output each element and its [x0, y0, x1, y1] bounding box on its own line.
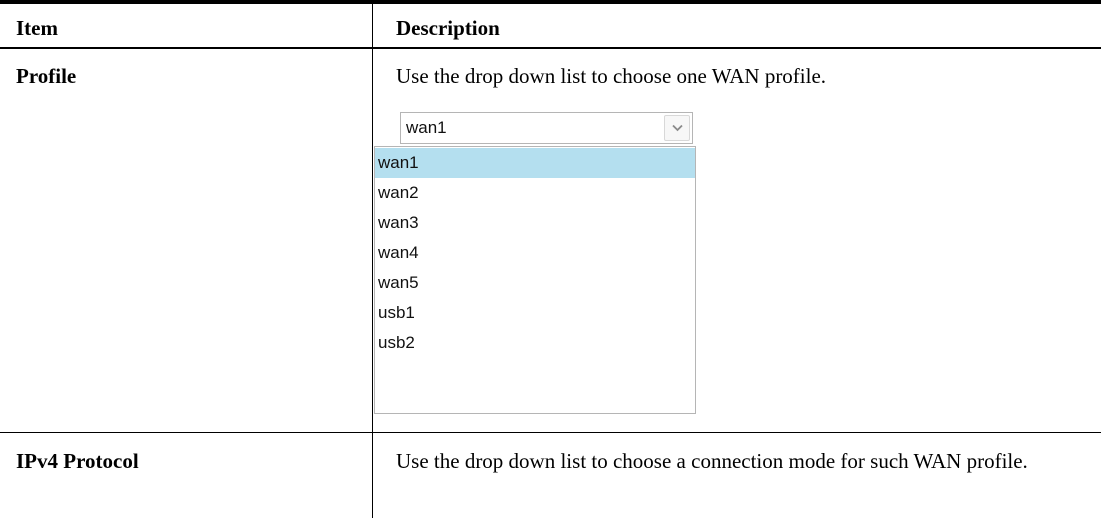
table-column-divider [372, 0, 373, 518]
table-row-divider [0, 432, 1101, 433]
table-top-rule [0, 0, 1101, 4]
profile-dropdown-list: wan1 wan2 wan3 wan4 wan5 usb1 usb2 [374, 146, 696, 414]
option-wan3[interactable]: wan3 [375, 208, 695, 238]
chevron-down-icon [672, 124, 683, 132]
row-ipv4-protocol-item: IPv4 Protocol [16, 449, 139, 473]
row-profile-item: Profile [16, 64, 77, 88]
option-wan2[interactable]: wan2 [375, 178, 695, 208]
header-item: Item [16, 16, 58, 40]
option-wan4[interactable]: wan4 [375, 238, 695, 268]
dropdown-arrow-button[interactable] [664, 115, 690, 141]
option-usb1[interactable]: usb1 [375, 298, 695, 328]
header-description: Description [396, 16, 500, 40]
profile-select[interactable]: wan1 [400, 112, 693, 144]
row-profile-description: Use the drop down list to choose one WAN… [396, 64, 827, 88]
profile-select-value: wan1 [406, 118, 447, 137]
option-wan5[interactable]: wan5 [375, 268, 695, 298]
table-header-rule [0, 47, 1101, 49]
option-wan1[interactable]: wan1 [375, 148, 695, 178]
row-ipv4-protocol-description: Use the drop down list to choose a conne… [396, 449, 1028, 473]
option-usb2[interactable]: usb2 [375, 328, 695, 358]
doc-table: Item Description Profile Use the drop do… [0, 0, 1101, 518]
